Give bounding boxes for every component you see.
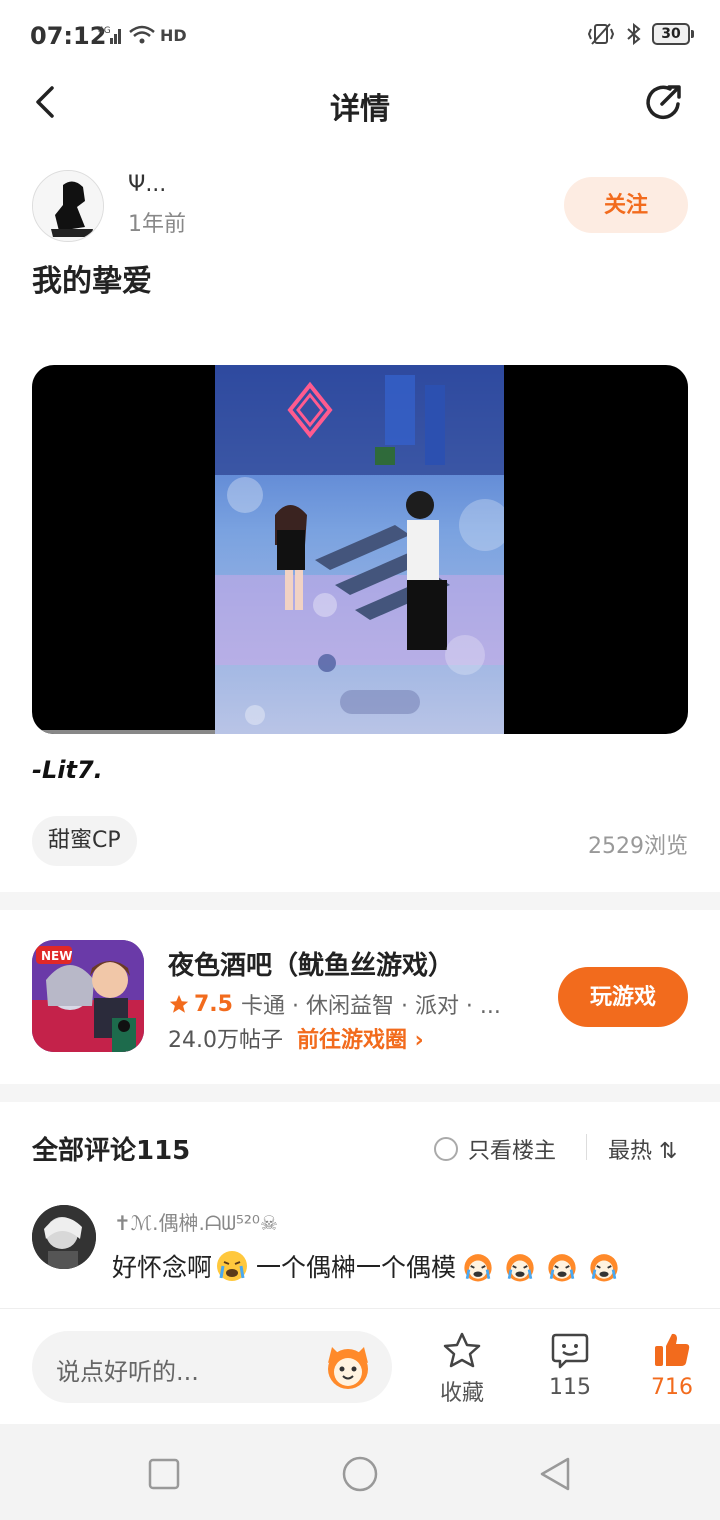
post-title: 我的挚爱: [32, 264, 152, 299]
game-rating-value: 7.5: [194, 991, 233, 1017]
game-name[interactable]: 夜色酒吧（鱿鱼丝游戏）: [168, 945, 454, 982]
video-progress[interactable]: [32, 730, 215, 734]
status-bar: 07:12 4G HD 30: [0, 0, 720, 72]
top-nav: 详情: [0, 72, 720, 136]
star-icon: [169, 994, 189, 1013]
page-title: 详情: [330, 92, 390, 127]
crying-emoji-icon: [217, 1251, 248, 1281]
video-player[interactable]: [32, 365, 688, 734]
cry-mascot-icon: [590, 1254, 618, 1282]
comment-count: 115: [549, 1375, 591, 1400]
bottom-action-bar: 说点好听的... 收藏 115 716: [0, 1308, 720, 1424]
game-icon[interactable]: NEW: [32, 940, 144, 1052]
hd-icon: HD: [160, 25, 187, 45]
post-tag[interactable]: 甜蜜CP: [32, 816, 137, 866]
battery-icon: 30: [652, 23, 694, 45]
post-time: 1年前: [128, 212, 186, 237]
author-name[interactable]: Ψ...: [128, 172, 166, 197]
wifi-icon: [129, 25, 155, 44]
game-stats: 24.0万帖子 前往游戏圈 ›: [168, 1022, 424, 1054]
bluetooth-icon: [627, 22, 641, 46]
post-body: -Lit7.: [32, 756, 103, 784]
status-right-icons: 30: [586, 22, 694, 46]
author-avatar[interactable]: [32, 170, 104, 242]
nav-back-icon[interactable]: [536, 1454, 576, 1494]
comment-count-button[interactable]: 115: [530, 1331, 610, 1400]
comment-placeholder: 说点好听的...: [56, 1358, 199, 1386]
comment-avatar[interactable]: [32, 1205, 96, 1269]
svg-text:4G: 4G: [98, 26, 111, 36]
sort-separator: [586, 1134, 587, 1160]
comment-text-part1: 好怀念啊: [112, 1253, 213, 1282]
only-owner-toggle[interactable]: 只看楼主: [434, 1133, 556, 1165]
game-categories: 卡通 · 休闲益智 · 派对 · ...: [240, 994, 501, 1019]
thumbs-up-icon: [655, 1333, 690, 1366]
video-frame: [215, 365, 504, 734]
divider: [0, 892, 720, 910]
game-post-count: 24.0万帖子: [168, 1028, 283, 1053]
mascot-emoji-icon[interactable]: [322, 1343, 374, 1391]
cry-mascot-icon: [548, 1254, 576, 1282]
system-nav-bar: [0, 1424, 720, 1520]
game-meta: 7.5 卡通 · 休闲益智 · 派对 · ...: [168, 988, 518, 1020]
game-circle-link[interactable]: 前往游戏圈 ›: [297, 1022, 424, 1054]
only-owner-label: 只看楼主: [468, 1139, 557, 1164]
status-left-icons: 4G HD: [98, 24, 187, 46]
status-time: 07:12: [30, 22, 107, 50]
recents-icon[interactable]: [144, 1454, 184, 1494]
follow-button[interactable]: 关注: [564, 177, 688, 233]
comment-bubble-icon: [551, 1333, 589, 1369]
share-icon[interactable]: [640, 78, 688, 126]
like-count: 716: [651, 1375, 693, 1400]
comment-author[interactable]: ✝ℳ.偶榊.ᗩᗯ⁵²⁰☠: [114, 1207, 278, 1236]
comments-title: 全部评论115: [32, 1136, 191, 1166]
vibrate-icon: [587, 23, 615, 45]
like-button[interactable]: 716: [632, 1331, 712, 1400]
view-count: 2529浏览: [588, 834, 688, 859]
comment-text-part2: 一个偶榊一个偶模: [256, 1253, 457, 1282]
signal-icon: 4G: [98, 26, 121, 44]
sort-dropdown[interactable]: 最热 ⇅: [608, 1133, 677, 1165]
game-rating: 7.5: [168, 992, 233, 1017]
radio-icon[interactable]: [434, 1137, 458, 1161]
cry-mascot-icon: [464, 1254, 492, 1282]
cry-mascot-icon: [506, 1254, 534, 1282]
home-icon[interactable]: [340, 1454, 380, 1494]
game-icon-badge: NEW: [41, 949, 72, 963]
favorite-button[interactable]: 收藏: [422, 1331, 502, 1407]
play-game-button[interactable]: 玩游戏: [558, 967, 688, 1027]
comment-input[interactable]: 说点好听的...: [32, 1331, 392, 1403]
star-outline-icon: [443, 1332, 481, 1368]
comment-text: 好怀念啊 一个偶榊一个偶模: [112, 1248, 624, 1284]
divider: [0, 1084, 720, 1102]
favorite-label: 收藏: [439, 1381, 484, 1406]
